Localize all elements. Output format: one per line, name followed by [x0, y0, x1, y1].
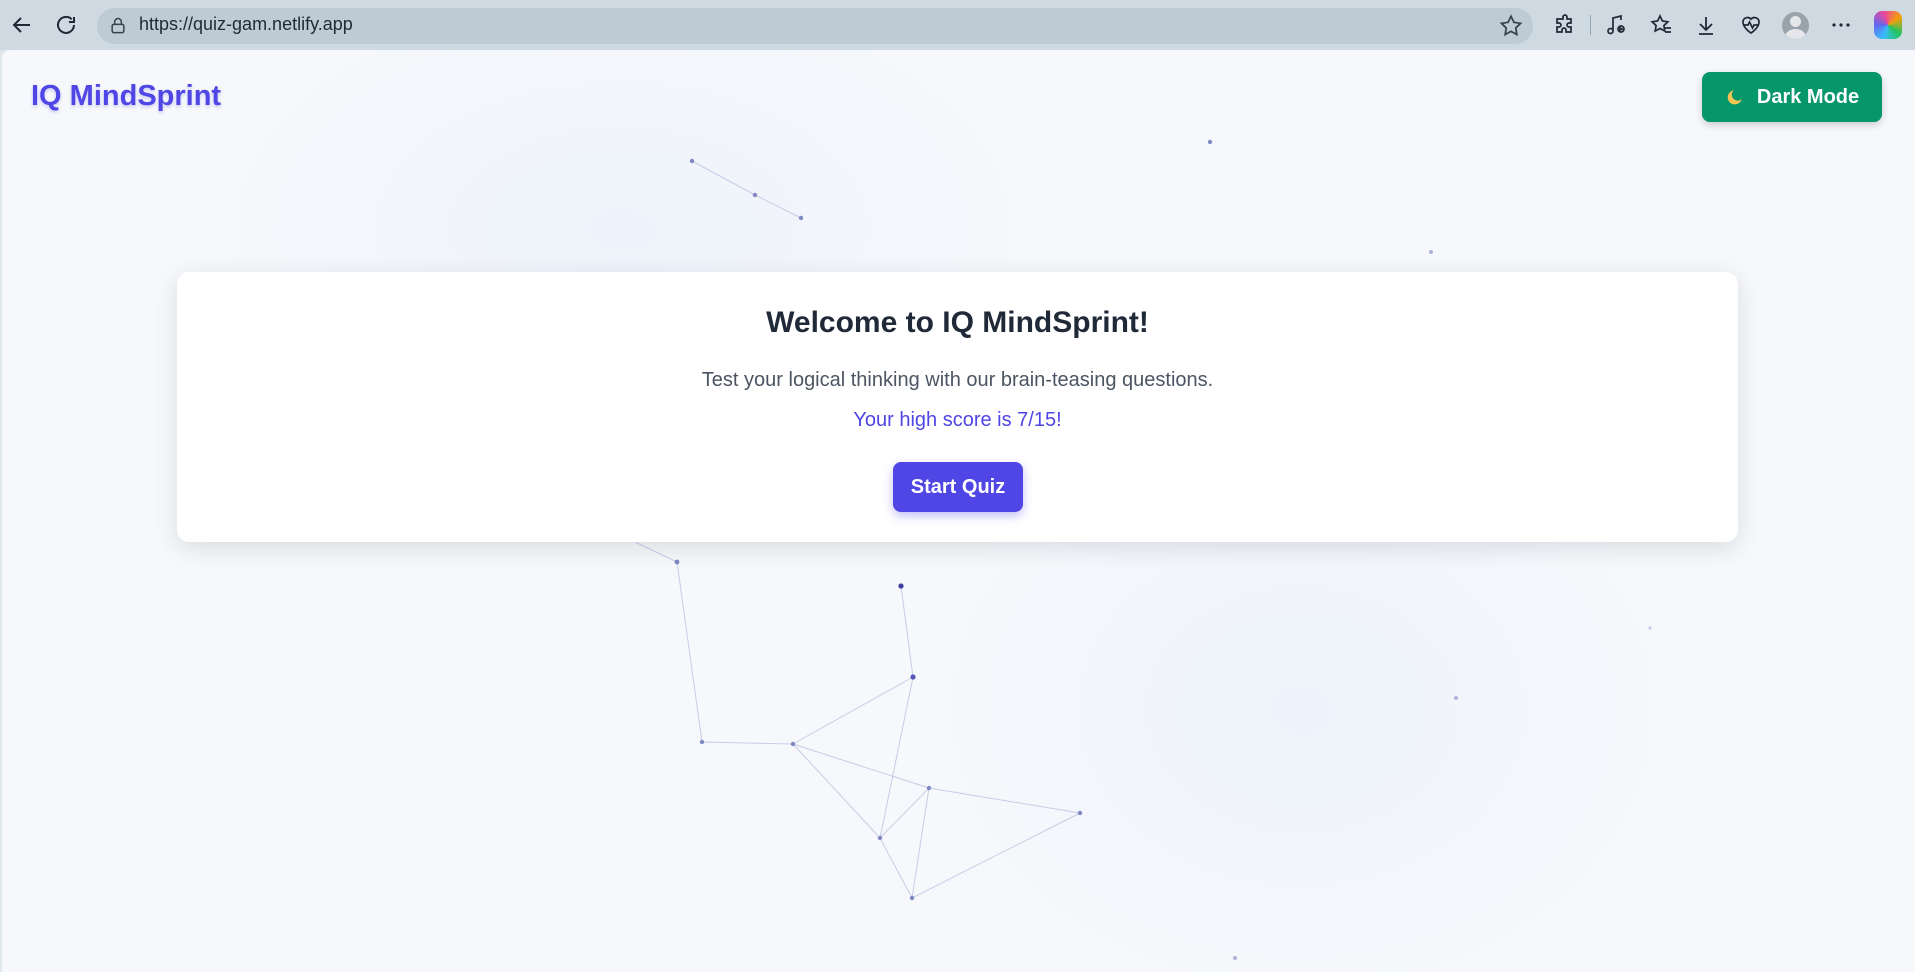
dark-mode-toggle-button[interactable]: Dark Mode	[1702, 72, 1882, 122]
browser-essentials-icon[interactable]	[1737, 11, 1765, 39]
copilot-icon[interactable]	[1874, 11, 1902, 39]
welcome-subtitle: Test your logical thinking with our brai…	[701, 369, 1214, 391]
lock-icon[interactable]	[108, 16, 128, 36]
url-text[interactable]: https://quiz-gam.netlify.app	[139, 14, 353, 35]
profile-avatar[interactable]	[1782, 12, 1809, 39]
media-control-icon[interactable]	[1602, 11, 1630, 39]
dark-mode-label: Dark Mode	[1756, 85, 1860, 108]
start-quiz-button[interactable]: Start Quiz	[893, 462, 1023, 512]
reload-icon[interactable]	[44, 3, 88, 47]
welcome-card: Welcome to IQ MindSprint! Test your logi…	[177, 272, 1738, 542]
high-score-text: Your high score is 7/15!	[853, 409, 1062, 431]
downloads-icon[interactable]	[1692, 11, 1720, 39]
back-icon[interactable]	[0, 3, 44, 47]
favorites-icon[interactable]	[1647, 11, 1675, 39]
app-brand-logo[interactable]: IQ MindSprint	[31, 80, 221, 113]
favorite-star-icon[interactable]	[1498, 13, 1524, 39]
toolbar-separator	[1590, 15, 1591, 35]
more-options-icon[interactable]	[1827, 11, 1855, 39]
moon-icon	[1727, 90, 1742, 105]
extensions-icon[interactable]	[1551, 11, 1579, 39]
page-viewport: IQ MindSprint Dark Mode Welcome to IQ Mi…	[2, 50, 1915, 972]
welcome-title: Welcome to IQ MindSprint!	[766, 306, 1149, 339]
browser-toolbar: https://quiz-gam.netlify.app	[0, 0, 1915, 50]
